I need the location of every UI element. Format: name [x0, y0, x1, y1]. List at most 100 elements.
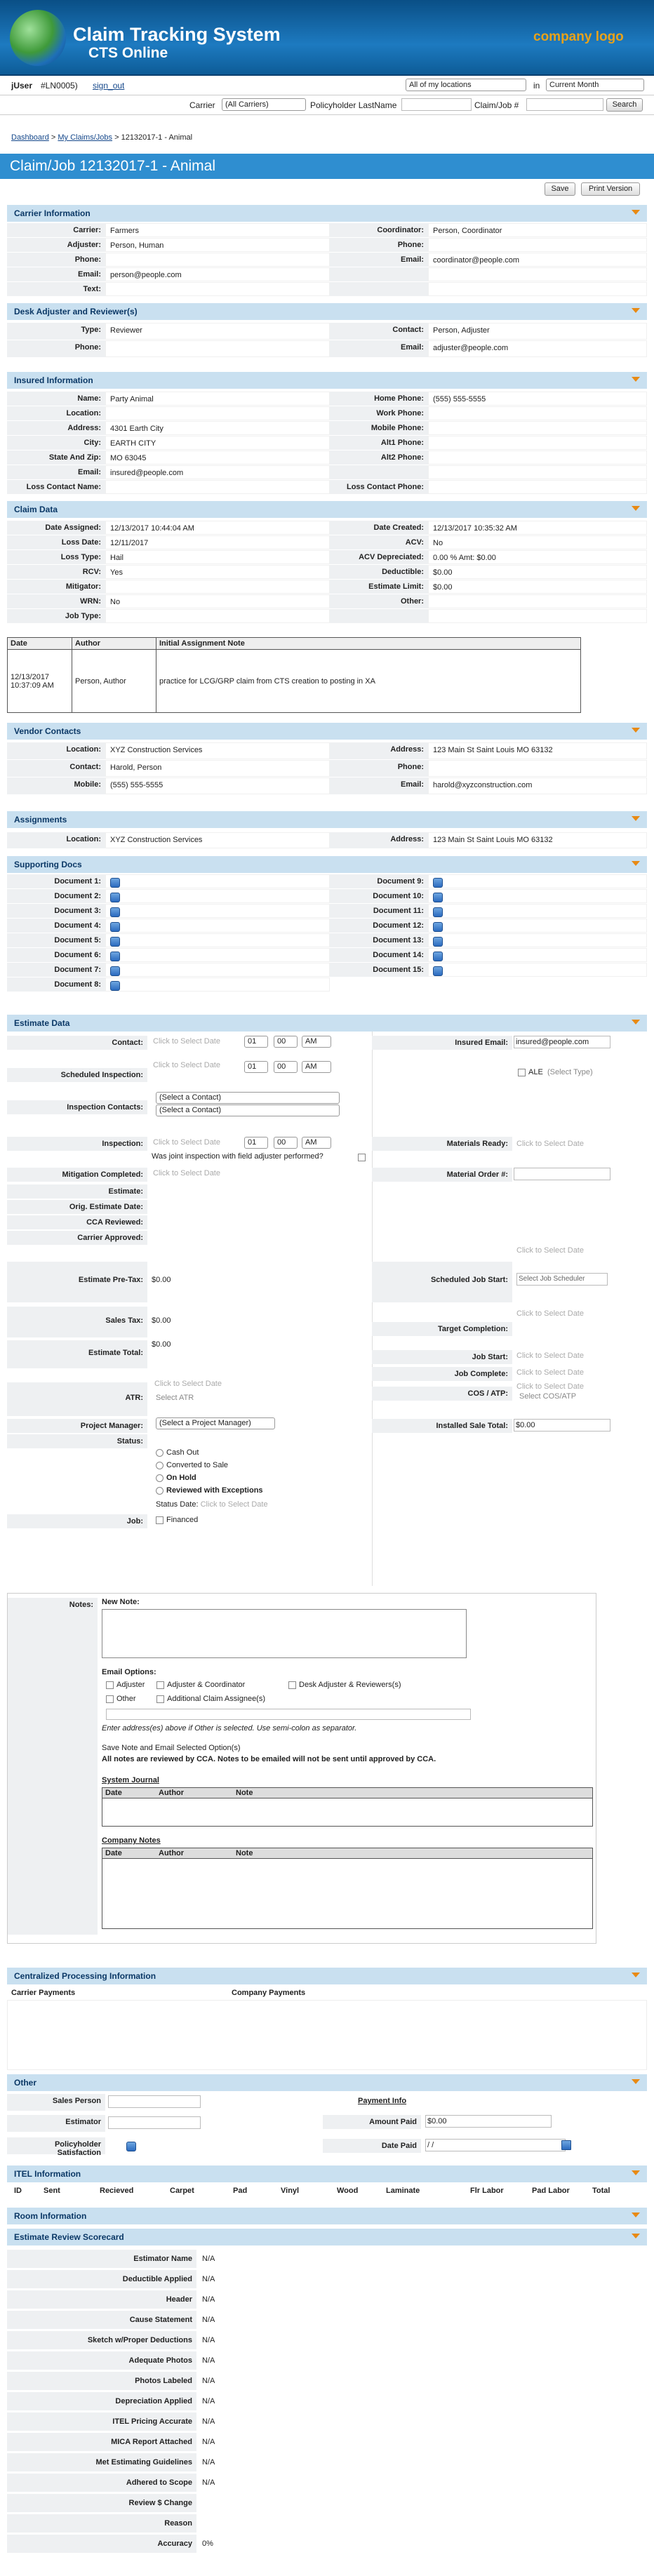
upload-icon[interactable]	[433, 937, 443, 947]
insured-section-header[interactable]: Insured Information	[7, 372, 647, 389]
collapse-arrow-icon[interactable]	[632, 308, 640, 313]
collapse-arrow-icon[interactable]	[632, 2079, 640, 2084]
upload-icon[interactable]	[110, 878, 120, 888]
contact-hour-select[interactable]: 01	[244, 1036, 268, 1048]
centralized-processing-section-header[interactable]: Centralized Processing Information	[7, 1968, 647, 1984]
location-select[interactable]: All of my locations	[406, 79, 526, 91]
collapse-arrow-icon[interactable]	[632, 2234, 640, 2238]
contact-minute-select[interactable]: 00	[274, 1036, 298, 1048]
save-button[interactable]: Save	[545, 182, 575, 196]
upload-icon[interactable]	[433, 907, 443, 917]
itel-section-header[interactable]: ITEL Information	[7, 2165, 647, 2182]
radio-icon[interactable]	[156, 1448, 164, 1457]
claim-input[interactable]	[526, 98, 603, 111]
supporting-docs-section-header[interactable]: Supporting Docs	[7, 856, 647, 873]
sign-out-link[interactable]: sign_out	[93, 81, 124, 91]
upload-icon[interactable]	[110, 937, 120, 947]
cos-select[interactable]: Select COS/ATP	[519, 1392, 576, 1401]
upload-icon[interactable]	[433, 878, 443, 888]
search-button[interactable]: Search	[606, 98, 643, 112]
save-note-button[interactable]: Save Note and Email Selected Option(s)	[102, 1742, 242, 1756]
month-select[interactable]: Current Month	[546, 79, 644, 91]
breadcrumb-my-claims[interactable]: My Claims/Jobs	[58, 133, 112, 142]
claim-data-section-header[interactable]: Claim Data	[7, 501, 647, 518]
scheduled-start-date-picker[interactable]: Click to Select Date	[516, 1246, 584, 1255]
collapse-arrow-icon[interactable]	[632, 816, 640, 821]
financed-checkbox[interactable]	[156, 1516, 164, 1524]
upload-icon[interactable]	[110, 893, 120, 902]
collapse-arrow-icon[interactable]	[632, 377, 640, 382]
carrier-select[interactable]: (All Carriers)	[222, 98, 306, 111]
radio-icon[interactable]	[156, 1474, 164, 1482]
sales-person-input[interactable]	[108, 2095, 201, 2108]
calendar-icon[interactable]	[561, 2140, 571, 2150]
checkbox[interactable]	[106, 1695, 114, 1703]
project-manager-select[interactable]: (Select a Project Manager)	[156, 1417, 275, 1429]
status-option-on-hold[interactable]: On Hold	[156, 1474, 196, 1482]
upload-icon[interactable]	[433, 966, 443, 976]
ale-checkbox-wrap[interactable]: ALE	[518, 1068, 543, 1076]
scheduled-hour-select[interactable]: 01	[244, 1061, 268, 1073]
checkbox[interactable]	[288, 1681, 296, 1689]
collapse-arrow-icon[interactable]	[632, 1020, 640, 1025]
collapse-arrow-icon[interactable]	[632, 728, 640, 733]
financed-option[interactable]: Financed	[156, 1516, 198, 1524]
radio-icon[interactable]	[156, 1461, 164, 1469]
collapse-arrow-icon[interactable]	[632, 2170, 640, 2175]
job-start-date-picker[interactable]: Click to Select Date	[516, 1352, 584, 1360]
assignments-section-header[interactable]: Assignments	[7, 811, 647, 828]
scheduled-ampm-select[interactable]: AM	[302, 1061, 331, 1073]
inspection-minute-select[interactable]: 00	[274, 1137, 298, 1149]
upload-icon[interactable]	[433, 922, 443, 932]
inspection-hour-select[interactable]: 01	[244, 1137, 268, 1149]
breadcrumb-dashboard[interactable]: Dashboard	[11, 133, 49, 142]
inspection-contact-select-2[interactable]: (Select a Contact)	[156, 1105, 340, 1116]
status-date-picker[interactable]: Click to Select Date	[201, 1500, 268, 1509]
email-opt-adjuster[interactable]: Adjuster	[106, 1681, 145, 1689]
material-order-input[interactable]	[514, 1168, 610, 1180]
joint-inspection-checkbox[interactable]	[358, 1154, 366, 1161]
job-scheduler-select[interactable]: Select Job Scheduler	[516, 1273, 608, 1286]
upload-icon[interactable]	[433, 952, 443, 961]
mitigation-date-picker[interactable]: Click to Select Date	[153, 1169, 220, 1177]
scheduled-date-picker[interactable]: Click to Select Date	[153, 1061, 220, 1069]
email-opt-other[interactable]: Other	[106, 1695, 136, 1703]
email-opt-assignees[interactable]: Additional Claim Assignee(s)	[156, 1695, 265, 1703]
upload-icon[interactable]	[110, 981, 120, 991]
atr-date-picker[interactable]: Click to Select Date	[154, 1380, 222, 1388]
contact-date-picker[interactable]: Click to Select Date	[153, 1037, 220, 1046]
policyholder-input[interactable]	[401, 98, 472, 111]
ale-checkbox[interactable]	[518, 1068, 526, 1076]
inspection-date-picker[interactable]: Click to Select Date	[153, 1138, 220, 1147]
room-information-section-header[interactable]: Room Information	[7, 2208, 647, 2224]
scheduled-minute-select[interactable]: 00	[274, 1061, 298, 1073]
installed-sale-input[interactable]: $0.00	[514, 1419, 610, 1432]
email-opt-desk[interactable]: Desk Adjuster & Reviewers(s)	[288, 1681, 401, 1689]
atr-select[interactable]: Select ATR	[156, 1394, 194, 1402]
insured-email-input[interactable]: insured@people.com	[514, 1036, 610, 1048]
upload-icon[interactable]	[110, 952, 120, 961]
materials-date-picker[interactable]: Click to Select Date	[516, 1140, 584, 1148]
collapse-arrow-icon[interactable]	[632, 506, 640, 511]
collapse-arrow-icon[interactable]	[632, 210, 640, 215]
collapse-arrow-icon[interactable]	[632, 2213, 640, 2217]
inspection-contact-select-1[interactable]: (Select a Contact)	[156, 1092, 340, 1104]
checkbox[interactable]	[106, 1681, 114, 1689]
checkbox[interactable]	[156, 1681, 164, 1689]
contact-ampm-select[interactable]: AM	[302, 1036, 331, 1048]
target-completion-date-picker[interactable]: Click to Select Date	[516, 1309, 584, 1318]
checkbox[interactable]	[156, 1695, 164, 1703]
other-email-input[interactable]	[106, 1709, 471, 1720]
upload-icon[interactable]	[110, 907, 120, 917]
status-option-cash-out[interactable]: Cash Out	[156, 1448, 199, 1457]
status-option-reviewed[interactable]: Reviewed with Exceptions	[156, 1486, 263, 1495]
amount-paid-input[interactable]: $0.00	[425, 2115, 552, 2128]
vendor-section-header[interactable]: Vendor Contacts	[7, 723, 647, 740]
other-section-header[interactable]: Other	[7, 2074, 647, 2091]
date-paid-input[interactable]: / /	[425, 2139, 566, 2151]
estimator-input[interactable]	[108, 2116, 201, 2129]
status-option-converted[interactable]: Converted to Sale	[156, 1461, 228, 1469]
new-note-textarea[interactable]	[102, 1609, 467, 1658]
email-opt-adjuster-coordinator[interactable]: Adjuster & Coordinator	[156, 1681, 245, 1689]
upload-icon[interactable]	[110, 922, 120, 932]
